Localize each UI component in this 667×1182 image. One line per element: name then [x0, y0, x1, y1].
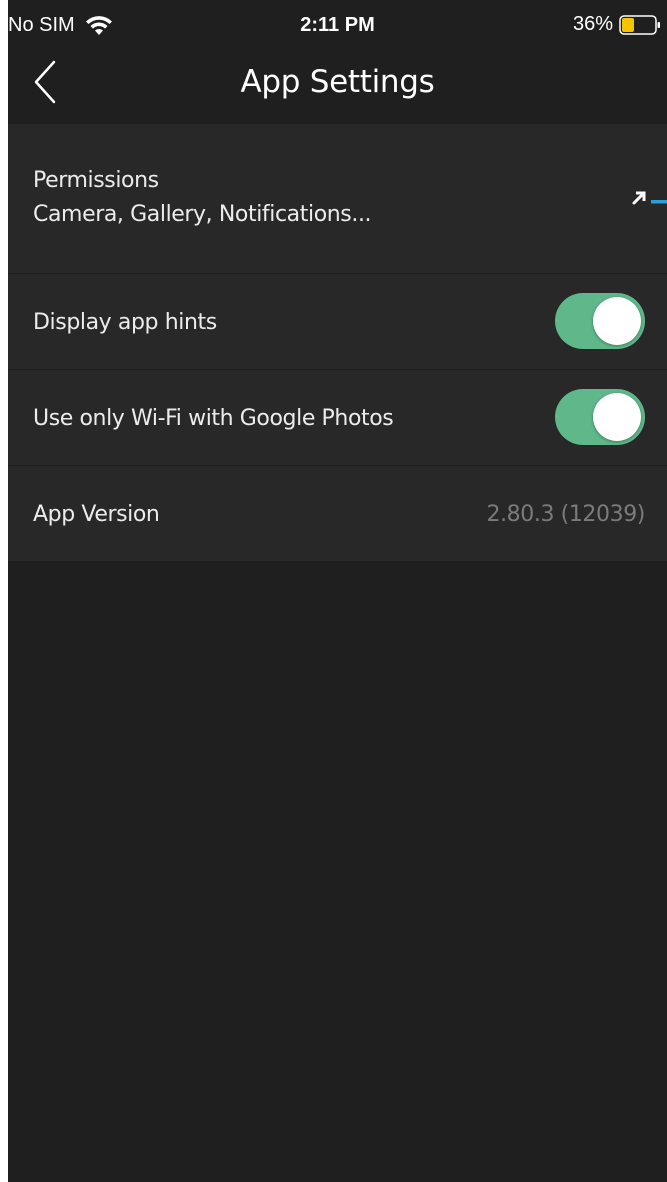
app-version-value: 2.80.3 (12039)	[486, 502, 645, 527]
status-right: 36%	[573, 13, 661, 36]
battery-fill	[622, 17, 634, 32]
page-title: App Settings	[240, 64, 435, 100]
permissions-row[interactable]: Permissions Camera, Gallery, Notificatio…	[8, 124, 667, 274]
battery-icon	[619, 14, 660, 35]
app-version-label: App Version	[33, 502, 160, 527]
display-hints-row: Display app hints	[8, 274, 667, 370]
display-hints-toggle[interactable]	[555, 293, 645, 349]
toggle-knob	[593, 297, 641, 345]
settings-list: Permissions Camera, Gallery, Notificatio…	[8, 124, 667, 562]
wifi-only-row: Use only Wi-Fi with Google Photos	[8, 370, 667, 466]
display-hints-label: Display app hints	[33, 310, 217, 335]
app-screen: No SIM 2:11 PM 36% App Settings Permissi…	[8, 0, 667, 1182]
wifi-only-toggle[interactable]	[555, 389, 645, 445]
wifi-only-label: Use only Wi-Fi with Google Photos	[33, 406, 394, 431]
permissions-title: Permissions	[33, 168, 159, 193]
status-time: 2:11 PM	[300, 14, 375, 36]
app-version-row: App Version 2.80.3 (12039)	[8, 466, 667, 562]
external-link-icon[interactable]	[631, 186, 667, 210]
battery-percent: 36%	[572, 13, 613, 35]
permissions-subtitle: Camera, Gallery, Notifications...	[33, 202, 372, 227]
toggle-knob	[593, 393, 641, 441]
nav-bar: App Settings	[8, 40, 667, 122]
